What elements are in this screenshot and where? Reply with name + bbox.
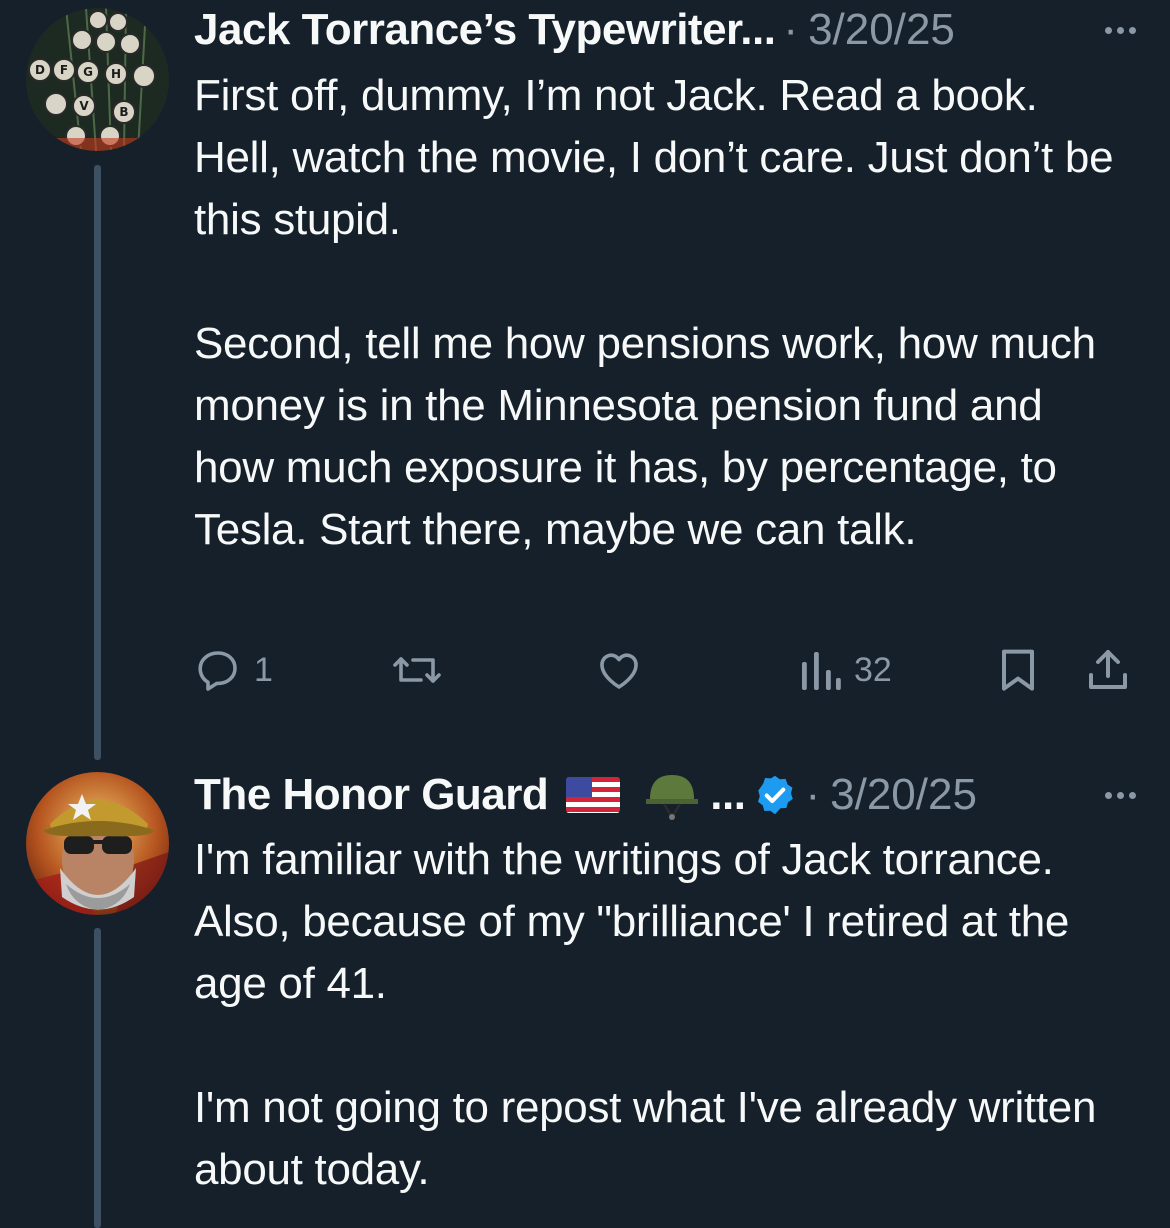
us-flag-icon <box>566 777 621 813</box>
more-options-icon[interactable] <box>1105 27 1136 34</box>
post-body: First off, dummy, I’m not Jack. Read a b… <box>194 65 1134 561</box>
post-header: The Honor Guard ... · 3/20/25 <box>194 765 1054 825</box>
post-date[interactable]: 3/20/25 <box>830 770 977 820</box>
post-paragraph: I'm not going to repost what I've alread… <box>194 1083 1097 1194</box>
svg-text:V: V <box>79 99 89 113</box>
repost-icon <box>393 657 441 683</box>
views-chart-icon <box>802 652 841 690</box>
author-name[interactable]: Jack Torrance’s Typewriter... <box>194 5 776 55</box>
avatar-man-in-cap[interactable] <box>26 772 169 915</box>
svg-text:G: G <box>83 65 93 79</box>
post-date[interactable]: 3/20/25 <box>808 5 955 55</box>
action-bar: 1 32 <box>194 640 1144 700</box>
verified-badge-icon[interactable] <box>753 773 797 817</box>
reply-icon <box>198 651 237 691</box>
view-count: 32 <box>854 650 892 689</box>
heart-icon <box>600 653 638 689</box>
post-header: Jack Torrance’s Typewriter... · 3/20/25 <box>194 0 1034 60</box>
share-button[interactable] <box>1084 640 1132 700</box>
post-body: I'm familiar with the writings of Jack t… <box>194 829 1134 1201</box>
views-button[interactable]: 32 <box>798 640 892 700</box>
reply-count: 1 <box>254 650 273 689</box>
share-icon <box>1089 650 1127 689</box>
post-paragraph: I'm familiar with the writings of Jack t… <box>194 835 1070 1008</box>
reply-button[interactable]: 1 <box>194 640 273 700</box>
like-button[interactable] <box>594 640 644 700</box>
author-name[interactable]: The Honor Guard <box>194 770 549 820</box>
svg-text:F: F <box>60 63 68 77</box>
svg-text:D: D <box>35 63 45 77</box>
post-paragraph: Second, tell me how pensions work, how m… <box>194 319 1096 554</box>
svg-text:B: B <box>119 105 128 119</box>
separator-dot: · <box>805 770 821 819</box>
thread-line-top <box>94 165 101 760</box>
post-paragraph: First off, dummy, I’m not Jack. Read a b… <box>194 71 1114 244</box>
author-name-truncation: ... <box>710 770 746 819</box>
military-helmet-icon <box>646 775 699 820</box>
repost-button[interactable] <box>390 640 444 700</box>
separator-dot: · <box>783 5 799 54</box>
avatar-typewriter[interactable]: D F G H V B <box>26 8 169 151</box>
bookmark-icon <box>1002 649 1034 691</box>
bookmark-button[interactable] <box>994 640 1042 700</box>
svg-text:H: H <box>111 67 121 81</box>
more-options-icon[interactable] <box>1105 792 1136 799</box>
thread-line-bottom <box>94 928 101 1228</box>
